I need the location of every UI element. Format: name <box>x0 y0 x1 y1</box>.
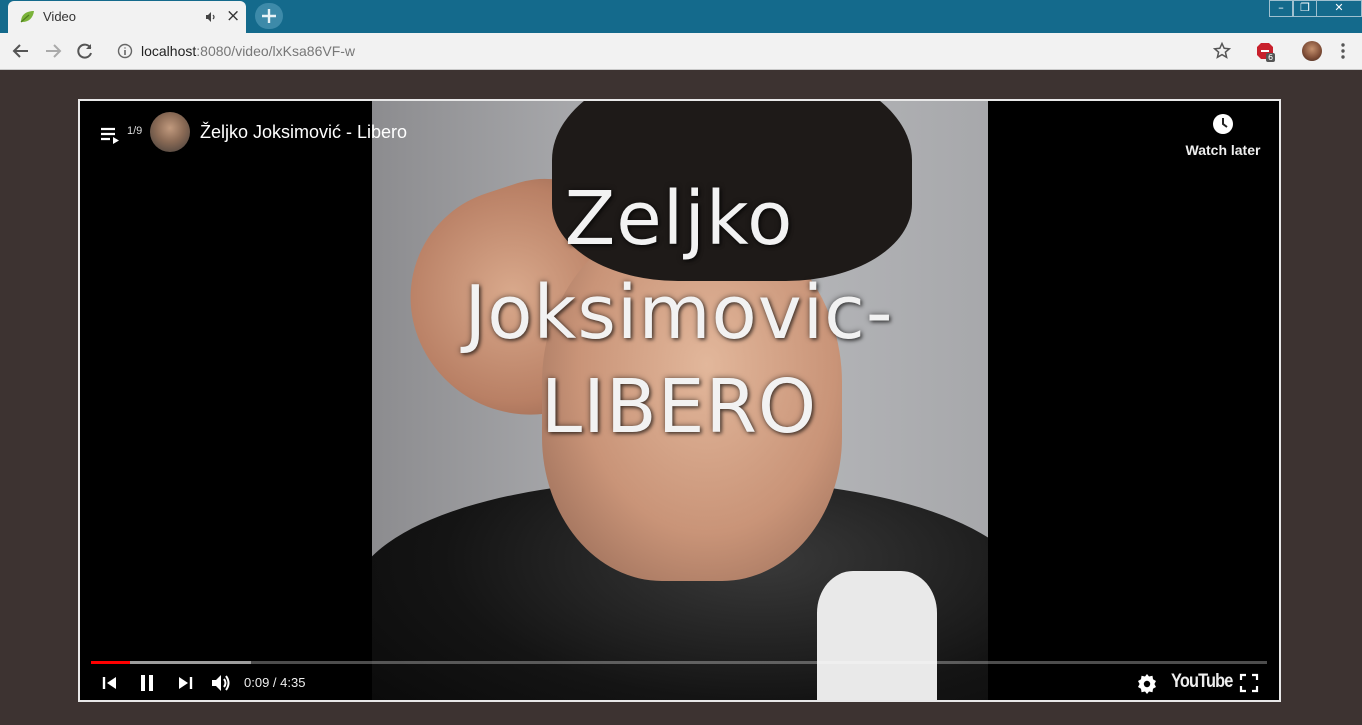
browser-tab[interactable]: Video × <box>8 1 246 33</box>
player-controls: 0:09 / 4:35 YouTube <box>80 652 1279 700</box>
new-tab-button[interactable] <box>255 3 283 29</box>
url-path: :8080/video/lxKsa86VF-w <box>196 43 356 59</box>
arrow-left-icon[interactable] <box>11 41 31 61</box>
speaker-icon[interactable] <box>204 10 218 24</box>
info-icon[interactable] <box>117 43 133 59</box>
plus-icon <box>262 9 276 23</box>
window-close-button[interactable]: ✕ <box>1316 0 1362 17</box>
next-icon[interactable] <box>174 672 196 694</box>
reload-icon[interactable] <box>75 41 95 61</box>
video-title[interactable]: Željko Joksimović - Libero <box>200 122 407 143</box>
player-top-bar: 1/9 Željko Joksimović - Libero Watch lat… <box>80 101 1279 171</box>
caption-line: Joksimovic- <box>464 270 894 356</box>
browser-titlebar: Video × – ❐ ✕ <box>0 0 1362 33</box>
profile-avatar[interactable] <box>1302 41 1322 61</box>
volume-icon[interactable] <box>209 672 231 694</box>
fullscreen-icon[interactable] <box>1238 672 1260 694</box>
gear-icon[interactable] <box>1136 672 1158 694</box>
channel-avatar[interactable] <box>150 112 190 152</box>
tab-title: Video <box>43 9 77 24</box>
kebab-icon[interactable] <box>1333 41 1353 61</box>
leaf-icon <box>20 11 34 23</box>
restore-button[interactable]: ❐ <box>1293 0 1317 17</box>
caption-line: Zeljko <box>564 176 794 262</box>
playlist-icon[interactable] <box>100 126 120 144</box>
previous-icon[interactable] <box>99 672 121 694</box>
address-bar[interactable]: localhost:8080/video/lxKsa86VF-w <box>141 43 355 59</box>
watch-later-label: Watch later <box>1185 142 1261 158</box>
playlist-position: 1/9 <box>127 125 143 137</box>
video-caption-text: Zeljko Joksimovic- LIBERO <box>372 172 986 454</box>
clock-icon <box>1213 114 1233 134</box>
pause-icon[interactable] <box>136 672 158 694</box>
time-display: 0:09 / 4:35 <box>244 675 306 690</box>
minimize-button[interactable]: – <box>1269 0 1293 17</box>
extension-badge: 6 <box>1266 53 1276 62</box>
youtube-logo[interactable]: YouTube <box>1171 671 1233 693</box>
close-icon[interactable]: × <box>226 8 240 25</box>
progress-bar[interactable] <box>91 661 1267 664</box>
caption-line: LIBERO <box>540 364 818 450</box>
watch-later-button[interactable]: Watch later <box>1178 113 1268 161</box>
arrow-right-icon[interactable] <box>43 41 63 61</box>
star-icon[interactable] <box>1212 41 1232 61</box>
url-host: localhost <box>141 43 197 59</box>
progress-played <box>91 661 130 664</box>
browser-toolbar: localhost:8080/video/lxKsa86VF-w 6 <box>0 33 1362 70</box>
